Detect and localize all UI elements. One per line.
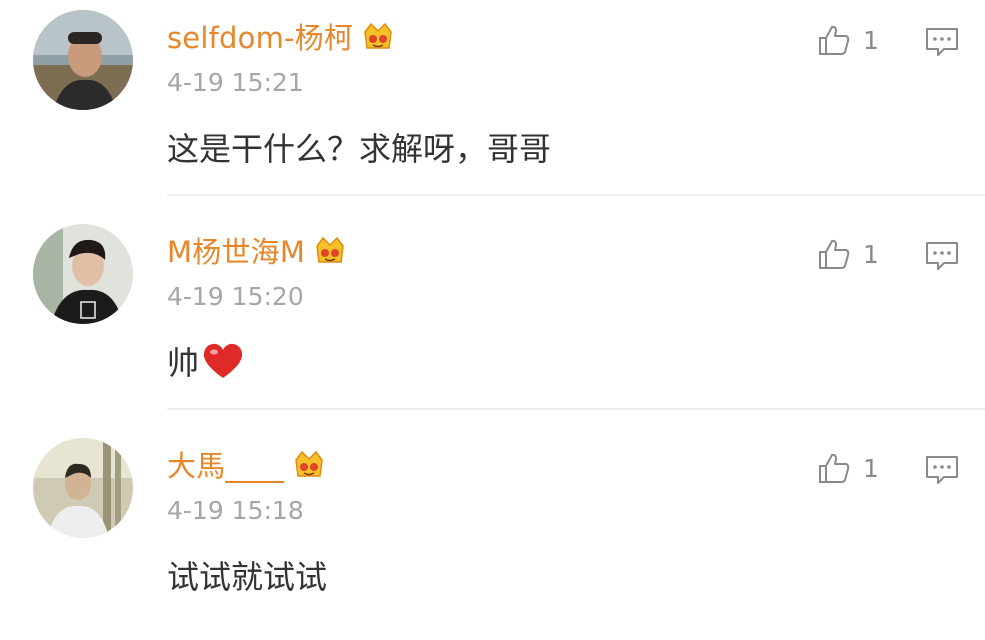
divider [167, 408, 985, 410]
vip-crown-badge-icon [295, 450, 323, 477]
username-row: M杨世海M [167, 228, 347, 272]
comment-text-content: 这是干什么？求解呀，哥哥 [167, 130, 552, 168]
timestamp: 4-19 15:21 [167, 68, 304, 97]
like-button[interactable]: 1 [817, 22, 879, 58]
like-count: 1 [863, 25, 879, 55]
avatar[interactable] [33, 224, 133, 324]
avatar-image [33, 10, 133, 110]
timestamp: 4-19 15:18 [167, 496, 304, 525]
avatar-image [33, 438, 133, 538]
username[interactable]: M杨世海M [167, 229, 305, 271]
comment-icon[interactable] [924, 26, 960, 58]
comment-icon[interactable] [924, 454, 960, 486]
vip-crown-badge-icon [316, 236, 344, 263]
like-button[interactable]: 1 [817, 236, 879, 272]
username-row: selfdom-杨柯 [167, 14, 395, 58]
timestamp: 4-19 15:20 [167, 282, 304, 311]
comment-text-content: 试试就试试 [167, 558, 328, 596]
thumbs-up-icon [819, 25, 850, 55]
vip-crown-badge-icon [364, 22, 392, 49]
heart-icon [203, 343, 243, 378]
comment-item: selfdom-杨柯 4-19 15:21 这是干什么？求解呀，哥哥 1 [0, 0, 985, 212]
comment-text: 试试就试试 [167, 552, 327, 598]
comment-icon[interactable] [924, 240, 960, 272]
avatar-image [33, 224, 133, 324]
comment-item: M杨世海M 4-19 15:20 帅 1 [0, 214, 985, 426]
divider [167, 194, 985, 196]
comment-text: 帅 [167, 338, 245, 384]
avatar[interactable] [33, 438, 133, 538]
username[interactable]: 大馬____ [167, 443, 284, 485]
like-count: 1 [863, 239, 879, 269]
like-count: 1 [863, 453, 879, 483]
comment-text-content: 帅 [167, 344, 200, 382]
comment-item: 大馬____ 4-19 15:18 试试就试试 1 [0, 428, 985, 640]
username-row: 大馬____ [167, 442, 326, 486]
like-button[interactable]: 1 [817, 450, 879, 486]
avatar[interactable] [33, 10, 133, 110]
comment-text: 这是干什么？求解呀，哥哥 [167, 124, 551, 170]
thumbs-up-icon [819, 453, 850, 483]
username[interactable]: selfdom-杨柯 [167, 15, 353, 57]
thumbs-up-icon [819, 239, 850, 269]
